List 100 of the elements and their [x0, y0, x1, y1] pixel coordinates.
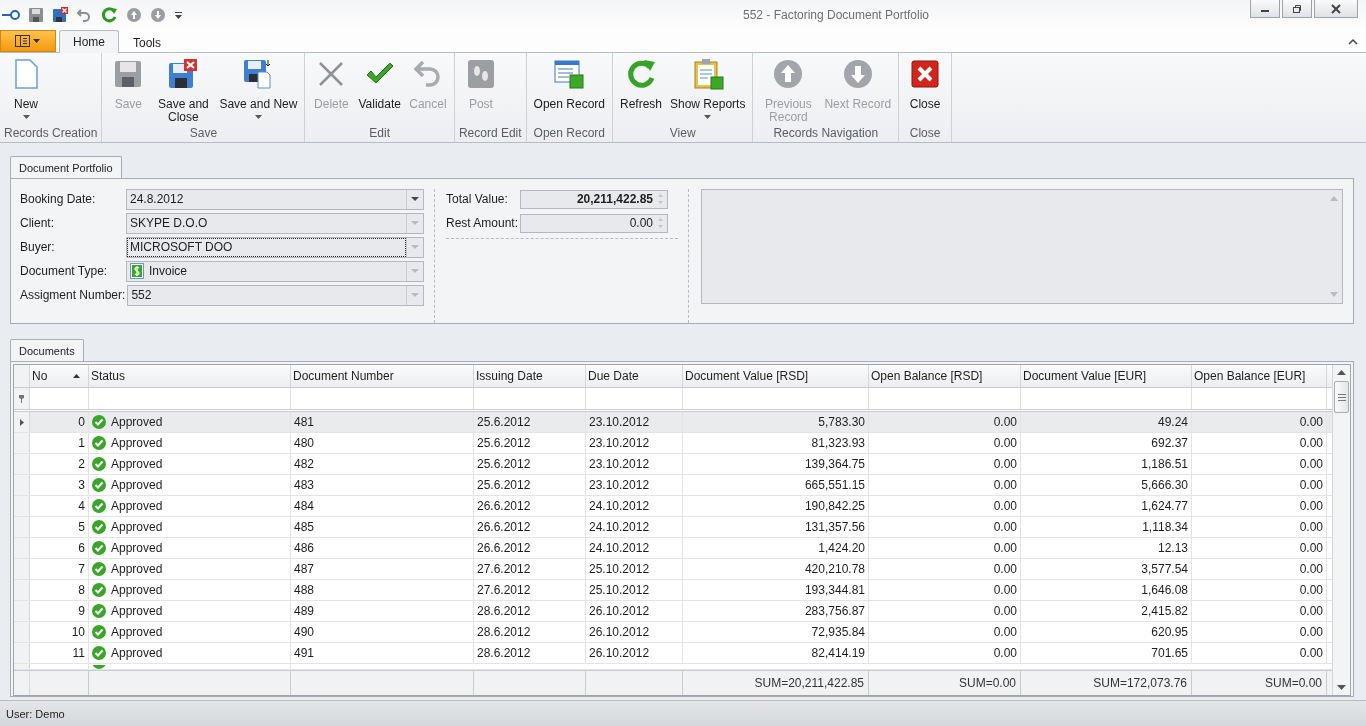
table-row[interactable]: 3 Approved 483 25.6.2012 23.10.2012 665,551.15 0.00 5,666.30 0.00	[14, 475, 1332, 496]
column-header[interactable]: Status	[89, 365, 291, 387]
table-row[interactable]: 2 Approved 482 25.6.2012 23.10.2012 139,364.75 0.00 1,186.51 0.00	[14, 454, 1332, 475]
column-header[interactable]: Document Value [RSD]	[683, 365, 869, 387]
table-row[interactable]: 8 Approved 488 27.6.2012 25.10.2012 193,344.81 0.00 1,646.08 0.00	[14, 580, 1332, 601]
clipboard-icon	[691, 58, 724, 90]
row-header-cell[interactable]	[14, 433, 30, 453]
minimize-button[interactable]	[1250, 0, 1280, 18]
table-row[interactable]: 9 Approved 489 28.6.2012 26.10.2012 283,756.87 0.00 2,415.82 0.00	[14, 601, 1332, 622]
row-header-cell[interactable]	[14, 664, 30, 669]
table-row[interactable]: 11 Approved 491 28.6.2012 26.10.2012 82,414.19 0.00 701.65 0.00	[14, 643, 1332, 664]
row-header-cell[interactable]	[14, 643, 30, 663]
table-cell: 0.00	[869, 559, 1021, 579]
table-cell: 0.00	[869, 433, 1021, 453]
table-cell: 5	[30, 517, 89, 537]
customize-icon[interactable]	[174, 10, 184, 20]
scroll-down-icon	[1337, 685, 1346, 690]
table-cell: 25.6.2012	[474, 433, 586, 453]
row-header-cell[interactable]	[14, 517, 30, 537]
close-button[interactable]	[1314, 0, 1358, 18]
ribbon-button[interactable]: Open Record	[529, 56, 609, 126]
ribbon-button[interactable]: New	[3, 56, 49, 126]
table-cell: 81,323.93	[683, 433, 869, 453]
table-cell: 0.00	[869, 538, 1021, 558]
table-row[interactable]: 5 Approved 485 26.6.2012 24.10.2012 131,357.56 0.00 1,118.34 0.00	[14, 517, 1332, 538]
amount-field[interactable]: 20,211,422.85	[520, 189, 668, 209]
table-row[interactable]: 6 Approved 486 26.6.2012 24.10.2012 1,424.20 0.00 12.13 0.00	[14, 538, 1332, 559]
column-header[interactable]: No	[30, 365, 89, 387]
table-cell: 0.00	[1192, 559, 1327, 579]
table-row[interactable]: 1 Approved 480 25.6.2012 23.10.2012 81,323.93 0.00 692.37 0.00	[14, 433, 1332, 454]
table-cell: 481	[291, 412, 474, 432]
row-header-cell[interactable]	[14, 412, 30, 432]
column-header[interactable]: Open Balance [RSD]	[869, 365, 1021, 387]
table-cell: 491	[291, 643, 474, 663]
refresh-icon[interactable]	[100, 6, 118, 24]
table-cell: 27.6.2012	[474, 580, 586, 600]
table-cell: 5,666.30	[1021, 475, 1192, 495]
table-cell: Approved	[89, 580, 291, 600]
table-cell: 489	[291, 601, 474, 621]
amount-field[interactable]: 0.00	[520, 213, 669, 233]
table-row[interactable]: 7 Approved 487 27.6.2012 25.10.2012 420,210.78 0.00 3,577.54 0.00	[14, 559, 1332, 580]
table-cell: 0.00	[1192, 622, 1327, 642]
table-cell: 0.00	[869, 517, 1021, 537]
column-header[interactable]: Issuing Date	[474, 365, 586, 387]
table-cell: 701.65	[1021, 643, 1192, 663]
table-cell: Approved	[89, 454, 291, 474]
ribbon-tab[interactable]: Home	[59, 30, 119, 53]
table-cell: 25.10.2012	[586, 580, 683, 600]
table-cell: 26.6.2012	[474, 517, 586, 537]
field-label: Document Type:	[20, 264, 109, 278]
row-header-cell[interactable]	[14, 496, 30, 516]
vertical-scrollbar[interactable]	[1332, 365, 1350, 695]
ribbon-button[interactable]: Show Reports	[666, 56, 750, 126]
table-cell: 2,415.82	[1021, 601, 1192, 621]
row-header-cell[interactable]	[14, 454, 30, 474]
ribbon-button[interactable]: Save and New	[215, 56, 302, 126]
ribbon-button[interactable]: Refresh	[616, 56, 666, 126]
column-header[interactable]: Document Value [EUR]	[1021, 365, 1192, 387]
table-cell: 480	[291, 433, 474, 453]
ribbon-button[interactable]: Save and Close	[151, 56, 216, 126]
column-header[interactable]: Due Date	[586, 365, 683, 387]
restore-button[interactable]	[1282, 0, 1312, 18]
row-header-cell[interactable]	[14, 622, 30, 642]
application-menu-button[interactable]	[0, 30, 56, 52]
ribbon-tab[interactable]: Tools	[119, 31, 176, 53]
row-header-cell[interactable]	[14, 475, 30, 495]
current-row-icon	[19, 418, 24, 426]
spin-arrows-icon	[657, 192, 664, 206]
key-icon[interactable]	[2, 10, 20, 20]
table-row[interactable]: 0 Approved 481 25.6.2012 23.10.2012 5,783.30 0.00 49.24 0.00	[14, 412, 1332, 433]
row-header-cell[interactable]	[14, 538, 30, 558]
group-label: Close	[908, 126, 942, 142]
table-cell: 4	[30, 496, 89, 516]
table-cell: 25.6.2012	[474, 412, 586, 432]
table-cell: Approved	[89, 538, 291, 558]
panel-tab[interactable]: Document Portfolio	[10, 156, 122, 178]
ribbon-button[interactable]: Close	[902, 56, 949, 126]
table-row[interactable]: 4 Approved 484 26.6.2012 24.10.2012 190,842.25 0.00 1,624.77 0.00	[14, 496, 1332, 517]
summary-cell: SUM=0.00	[869, 671, 1021, 695]
column-header[interactable]: Document Number	[291, 365, 474, 387]
group-label: Edit	[368, 126, 391, 142]
undo-icon[interactable]	[76, 7, 92, 23]
table-cell: Approved	[89, 433, 291, 453]
row-header-cell[interactable]	[14, 559, 30, 579]
table-cell: 72,935.84	[683, 622, 869, 642]
panel-tab[interactable]: Documents	[10, 339, 84, 361]
row-header-cell[interactable]	[14, 601, 30, 621]
table-cell: 3	[30, 475, 89, 495]
combo-field[interactable]: 24.8.2012	[126, 188, 424, 210]
save-close-icon[interactable]	[52, 7, 68, 23]
column-header[interactable]: Open Balance [EUR]	[1192, 365, 1327, 387]
table-row[interactable]: 10 Approved 490 28.6.2012 26.10.2012 72,935.84 0.00 620.95 0.00	[14, 622, 1332, 643]
table-cell: 0.00	[1192, 496, 1327, 516]
table-cell: 0.00	[869, 475, 1021, 495]
collapse-ribbon-icon[interactable]	[1348, 38, 1358, 46]
ribbon-button[interactable]: Validate	[354, 56, 405, 126]
memo-field[interactable]	[701, 189, 1343, 304]
save-icon[interactable]	[28, 7, 44, 23]
row-header-cell[interactable]	[14, 580, 30, 600]
scroll-up-icon	[1330, 196, 1338, 201]
